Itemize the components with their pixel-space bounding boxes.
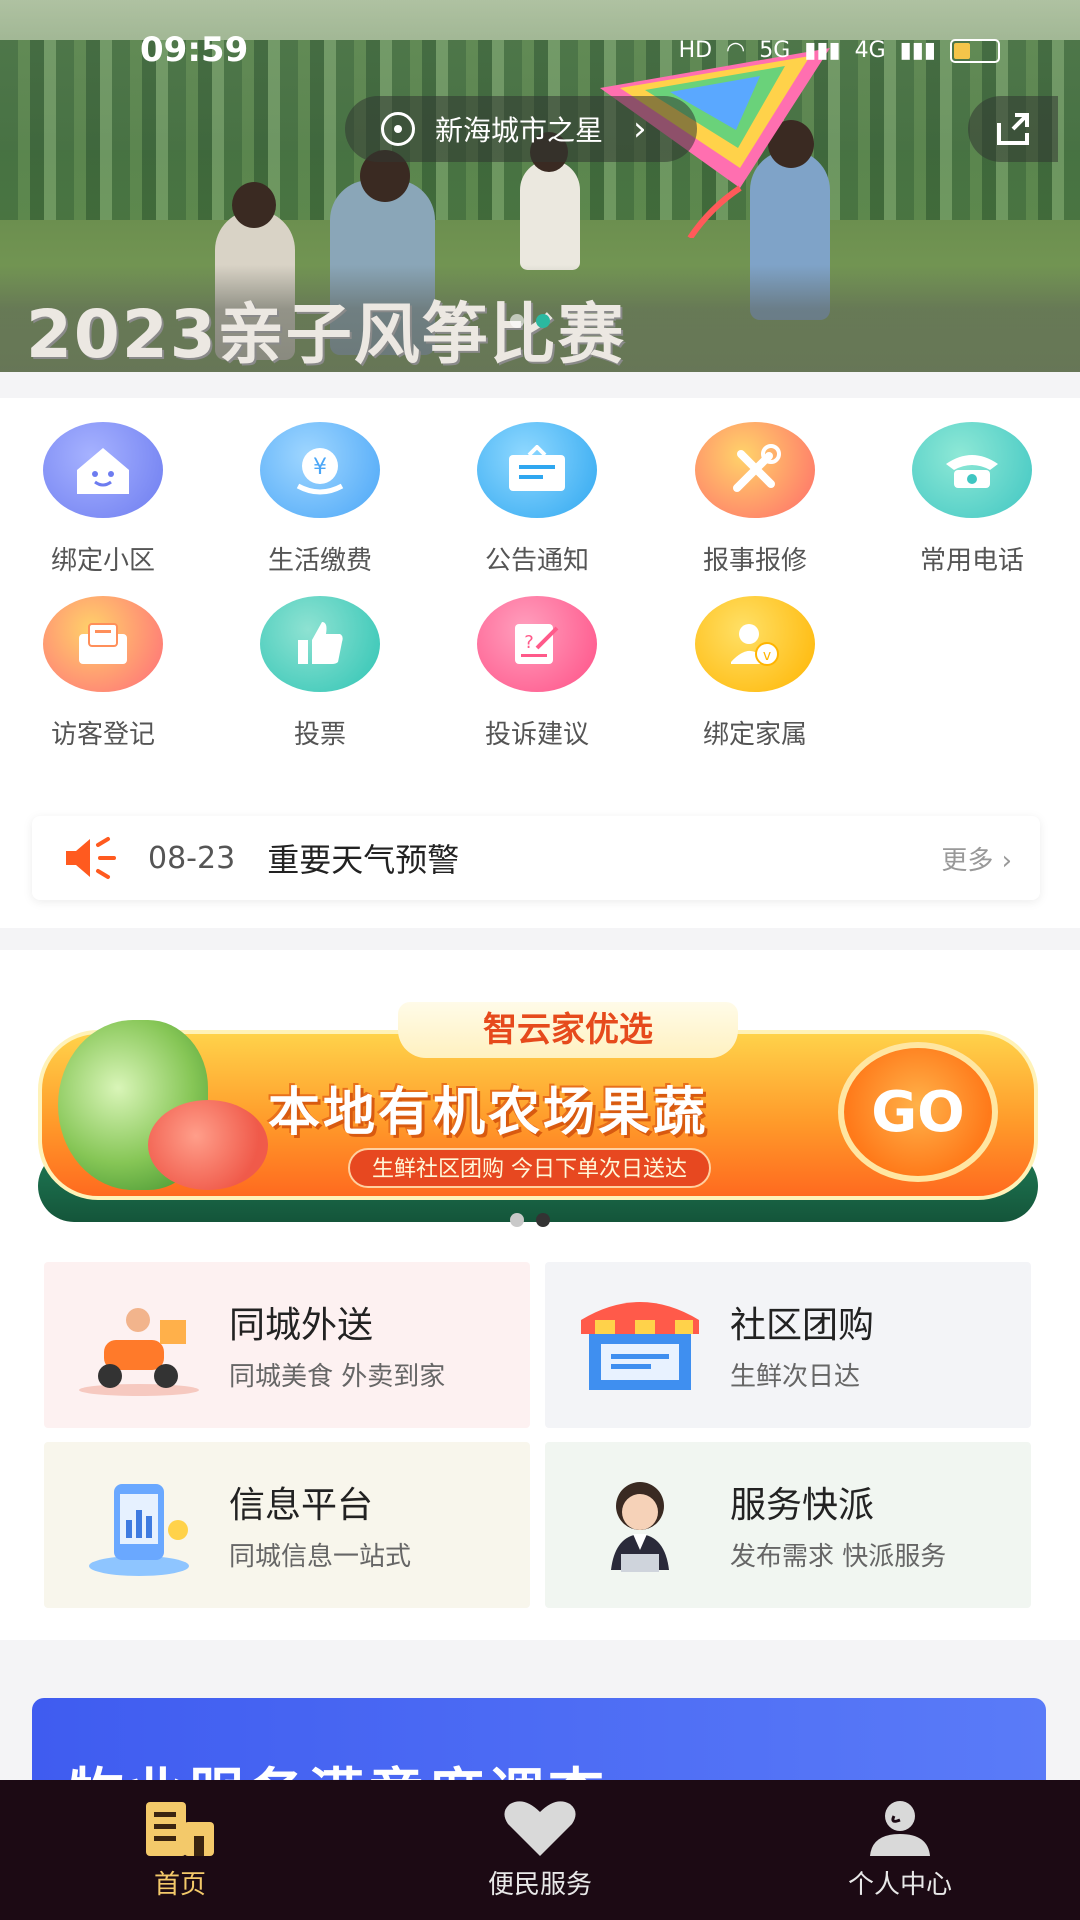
status-5g: 5G (759, 38, 791, 63)
notice-title: 重要天气预警 (267, 841, 460, 879)
service-title: 服务快派 (730, 1485, 875, 1526)
service-card-delivery[interactable]: 同城外送 同城美食 外卖到家 (44, 1262, 530, 1428)
home-building-icon (146, 1802, 214, 1856)
quick-item-label: 绑定小区 (50, 546, 155, 576)
telephone-icon (912, 422, 1032, 518)
service-card-groupbuy[interactable]: 社区团购 生鲜次日达 (545, 1262, 1031, 1428)
payment-icon: ¥ (260, 422, 380, 518)
signal-icon: ▮▮▮ (804, 38, 841, 63)
promo-go-button[interactable]: GO (838, 1042, 998, 1182)
notice-board-icon (477, 422, 597, 518)
repair-tools-icon (695, 422, 815, 518)
promo-carousel-dots (510, 1213, 550, 1227)
quick-item-label: 绑定家属 (702, 720, 807, 750)
service-agent-icon (611, 1482, 669, 1572)
hero-carousel-dots (510, 314, 550, 328)
complaint-edit-icon: ? (477, 596, 597, 692)
location-target-icon (381, 112, 415, 146)
tab-label: 首页 (153, 1870, 206, 1900)
quick-item-family[interactable]: v 绑定家属 (655, 596, 855, 751)
share-button[interactable] (968, 96, 1058, 162)
speaker-icon (66, 837, 116, 879)
service-subtitle: 生鲜次日达 (730, 1362, 861, 1392)
heart-icon (504, 1801, 576, 1856)
bottom-tab-bar: 首页 便民服务 个人中心 (0, 1780, 1080, 1920)
notice-more-link[interactable]: 更多 › (941, 840, 1012, 877)
quick-item-notice[interactable]: 公告通知 (437, 422, 637, 577)
quick-item-label: 报事报修 (702, 546, 807, 576)
quick-item-label: 生活缴费 (267, 546, 372, 576)
carousel-dot-active[interactable] (536, 314, 550, 328)
storefront-icon (581, 1302, 699, 1390)
person-icon (870, 1801, 930, 1856)
quick-menu: 绑定小区 ¥ 生活缴费 公告通知 报事报修 常用电话 访客登记 投票 ? 投诉建… (0, 398, 1080, 928)
quick-item-label: 访客登记 (50, 720, 155, 750)
promo-headline: 本地有机农场果蔬 (268, 1083, 709, 1143)
hero-person (520, 160, 580, 270)
thumbs-up-icon (260, 596, 380, 692)
promo-banner[interactable]: 智云家优选 本地有机农场果蔬 生鲜社区团购 今日下单次日送达 GO (38, 1000, 1038, 1222)
quick-item-bind-community[interactable]: 绑定小区 (3, 422, 203, 577)
quick-item-repair[interactable]: 报事报修 (655, 422, 855, 577)
carousel-dot[interactable] (510, 1213, 524, 1227)
service-card-dispatch[interactable]: 服务快派 发布需求 快派服务 (545, 1442, 1031, 1608)
tab-profile[interactable]: 个人中心 (720, 1780, 1080, 1920)
service-title: 同城外送 (229, 1305, 374, 1346)
svg-text:?: ? (524, 632, 534, 653)
carousel-dot-active[interactable] (536, 1213, 550, 1227)
visitor-mail-icon (43, 596, 163, 692)
status-time: 09:59 (140, 30, 249, 70)
hero-person-head (232, 182, 276, 228)
quick-item-phone[interactable]: 常用电话 (872, 422, 1072, 577)
share-icon (997, 113, 1029, 145)
promo-tag: 智云家优选 (398, 1002, 738, 1058)
quick-item-visitor[interactable]: 访客登记 (3, 596, 203, 751)
quick-item-complaint[interactable]: ? 投诉建议 (437, 596, 637, 751)
delivery-scooter-icon (79, 1308, 199, 1396)
house-icon (43, 422, 163, 518)
location-name: 新海城市之星 (435, 114, 604, 147)
svg-text:¥: ¥ (313, 455, 327, 480)
quick-item-label: 投诉建议 (484, 720, 589, 750)
chevron-right-icon: › (633, 109, 647, 149)
promo-subtitle: 生鲜社区团购 今日下单次日送达 (348, 1148, 711, 1188)
status-icons: HD ◠ 5G ▮▮▮ 4G ▮▮▮ (679, 38, 1000, 63)
service-title: 社区团购 (730, 1305, 875, 1346)
notice-date: 08-23 (148, 840, 236, 876)
status-4g: 4G (854, 38, 886, 63)
service-title: 信息平台 (229, 1485, 374, 1526)
grapefruit-icon (148, 1100, 268, 1190)
tab-label: 个人中心 (847, 1870, 952, 1900)
tab-services[interactable]: 便民服务 (360, 1780, 720, 1920)
location-selector[interactable]: 新海城市之星 › (345, 96, 697, 162)
svg-text:v: v (763, 648, 771, 664)
promo-section: 智云家优选 本地有机农场果蔬 生鲜社区团购 今日下单次日送达 GO 同城外送 同… (0, 950, 1080, 1640)
carousel-dot[interactable] (510, 314, 524, 328)
quick-item-payment[interactable]: ¥ 生活缴费 (220, 422, 420, 577)
quick-item-vote[interactable]: 投票 (220, 596, 420, 751)
quick-item-label: 投票 (293, 720, 346, 750)
tab-home[interactable]: 首页 (0, 1780, 360, 1920)
notice-bar[interactable]: 08-23 重要天气预警 更多 › (32, 816, 1040, 900)
status-bar: 09:59 HD ◠ 5G ▮▮▮ 4G ▮▮▮ (0, 0, 1080, 100)
quick-item-label: 公告通知 (484, 546, 589, 576)
tab-label: 便民服务 (487, 1870, 592, 1900)
service-subtitle: 同城美食 外卖到家 (229, 1362, 446, 1392)
service-subtitle: 发布需求 快派服务 (730, 1542, 947, 1572)
wifi-icon: ◠ (726, 38, 746, 63)
info-phone-icon (89, 1484, 189, 1576)
service-card-info[interactable]: 信息平台 同城信息一站式 (44, 1442, 530, 1608)
quick-item-label: 常用电话 (919, 546, 1024, 576)
chevron-right-icon: › (1001, 845, 1012, 876)
battery-icon (950, 38, 1000, 63)
service-subtitle: 同城信息一站式 (229, 1542, 412, 1572)
family-bind-icon: v (695, 596, 815, 692)
more-label: 更多 (941, 845, 994, 876)
signal-icon: ▮▮▮ (899, 38, 936, 63)
status-hd: HD (678, 38, 713, 63)
